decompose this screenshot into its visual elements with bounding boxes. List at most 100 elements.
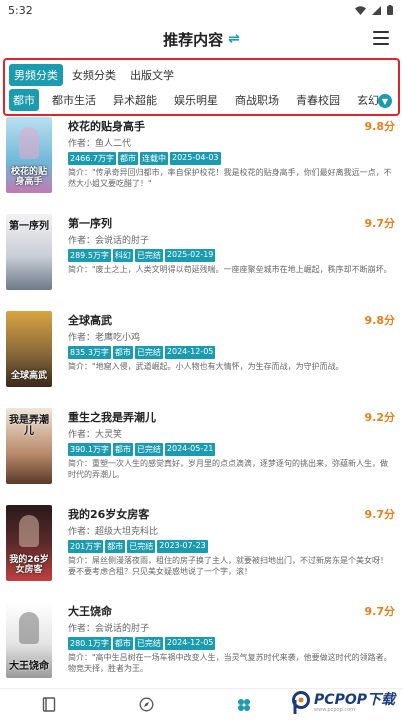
category-tab-supernatural[interactable]: 异术超能 [109, 89, 161, 111]
wifi-icon [355, 5, 366, 15]
book-info: 校花的贴身高手 9.8分 作者：鱼人二代 2466.7万字 都市 连载中 202… [52, 117, 395, 212]
book-score: 9.8分 [364, 120, 396, 133]
cover-title: 全球高武 [10, 370, 47, 381]
discover-nav-icon[interactable] [138, 697, 154, 713]
book-score: 9.2分 [364, 411, 396, 424]
group-tab-publishing[interactable]: 出版文学 [125, 64, 179, 86]
tag-row: 201万字 都市 已完结 2023-07-23 [68, 540, 395, 553]
book-author: 作者：大灵笑 [68, 430, 123, 440]
category-tab-urban[interactable]: 都市 [9, 89, 39, 111]
book-item[interactable]: 我是弄潮儿 重生之我是弄潮儿 9.2分 作者：大灵笑 390.1万字 都市 已完… [0, 407, 403, 503]
book-item[interactable]: 我的26岁女房客 我的26岁女房客 9.7分 作者：超级大坦克科比 201万字 … [0, 504, 403, 600]
genre-tag: 都市 [112, 443, 133, 456]
expand-categories-icon[interactable]: ▼ [378, 94, 392, 108]
word-count-tag: 289.5万字 [68, 249, 111, 262]
tag-row: 835.3万字 都市 已完结 2024-12-05 [68, 346, 395, 359]
genre-tag: 科幻 [112, 249, 133, 262]
word-count-tag: 2466.7万字 [68, 152, 116, 165]
book-intro: 简介："废土之上，人类文明得以苟延残喘。一座座聚垒城市在地上崛起，秩序却不断崩坏… [68, 265, 392, 274]
cover-figure [19, 515, 39, 547]
book-info: 第一序列 9.7分 作者：会说话的肘子 289.5万字 科幻 已完结 2025-… [52, 214, 395, 309]
battery-icon [387, 5, 393, 15]
tag-row: 289.5万字 科幻 已完结 2025-02-19 [68, 249, 395, 262]
category-tabs: 都市 都市生活 异术超能 娱乐明星 商战职场 青春校园 玄幻 [9, 89, 398, 111]
book-title[interactable]: 校花的贴身高手 [68, 118, 145, 134]
book-info: 重生之我是弄潮儿 9.2分 作者：大灵笑 390.1万字 都市 已完结 2024… [52, 408, 395, 503]
status-tag: 已完结 [134, 346, 163, 359]
category-tab-campus[interactable]: 青春校园 [292, 89, 344, 111]
date-tag: 2023-07-23 [157, 540, 208, 553]
menu-icon-bar [373, 43, 389, 45]
book-item[interactable]: 校花的贴身高手 校花的贴身高手 9.8分 作者：鱼人二代 2466.7万字 都市… [0, 116, 403, 212]
watermark-text: PCPOP下载 [314, 692, 395, 708]
book-author: 作者：会说话的肘子 [68, 624, 150, 634]
book-cover[interactable]: 大王饶命 [6, 602, 52, 678]
category-tab-entertainment[interactable]: 娱乐明星 [170, 89, 222, 111]
book-info: 我的26岁女房客 9.7分 作者：超级大坦克科比 201万字 都市 已完结 20… [52, 505, 395, 600]
date-tag: 2024-05-21 [164, 443, 216, 456]
pcpop-logo-icon [292, 691, 311, 714]
book-author: 作者：会说话的肘子 [68, 236, 150, 246]
bookshelf-nav-icon[interactable] [41, 697, 57, 713]
book-title[interactable]: 第一序列 [68, 215, 112, 231]
status-icons [355, 5, 393, 15]
book-intro: 简介：重塑一次人生的感觉真好，岁月里的点点滴滴，逐梦逐句的挑出来，弥蕴新人生，做… [68, 459, 388, 479]
book-intro: 简介："传承奇异回归都市，率自保护校花！我是校花的贴身高手，你们最好离我远一点，… [68, 168, 392, 188]
date-tag: 2024-12-05 [164, 346, 216, 359]
group-tab-male[interactable]: 男频分类 [9, 64, 63, 86]
book-cover[interactable]: 校花的贴身高手 [6, 117, 52, 193]
cover-title: 我的26岁女房客 [9, 555, 49, 575]
book-intro: 简介：屌丝侧漫落夜雨，租住的房子换了主人，就要被扫地出门，不过新房东是个美女呀！… [68, 556, 388, 576]
book-item[interactable]: 第一序列 第一序列 9.7分 作者：会说话的肘子 289.5万字 科幻 已完结 … [0, 213, 403, 309]
status-tag: 已完结 [134, 443, 163, 456]
status-tag: 已完结 [134, 249, 163, 262]
cover-title: 第一序列 [9, 221, 49, 232]
book-score: 9.7分 [364, 508, 396, 521]
cover-title: 校花的贴身高手 [10, 167, 47, 187]
status-bar: 5:32 [0, 0, 403, 20]
book-cover[interactable]: 我的26岁女房客 [6, 505, 52, 581]
page-title[interactable]: 推荐内容 ⇌ [163, 29, 240, 50]
swap-icon[interactable]: ⇌ [228, 31, 240, 47]
book-info: 大王饶命 9.7分 作者：会说话的肘子 280.1万字 都市 已完结 2024-… [52, 602, 395, 690]
book-score: 9.7分 [364, 605, 396, 618]
date-tag: 2024-12-05 [164, 637, 216, 650]
cover-title: 我是弄潮儿 [9, 415, 49, 437]
book-score: 9.7分 [364, 217, 396, 230]
category-tab-urban-life[interactable]: 都市生活 [48, 89, 100, 111]
genre-tag: 都市 [118, 152, 138, 165]
book-title[interactable]: 我的26岁女房客 [68, 506, 149, 522]
status-tag: 连载中 [140, 152, 168, 165]
category-filter-panel: 男频分类 女频分类 出版文学 都市 都市生活 异术超能 娱乐明星 商战职场 青春… [3, 58, 400, 116]
book-item[interactable]: 全球高武 全球高武 9.8分 作者：老鹰吃小鸡 835.3万字 都市 已完结 2… [0, 310, 403, 406]
signal-icon [372, 5, 381, 15]
word-count-tag: 390.1万字 [68, 443, 111, 456]
book-title[interactable]: 重生之我是弄潮儿 [68, 409, 156, 425]
recommend-nav-icon[interactable] [236, 697, 252, 713]
group-tab-female[interactable]: 女频分类 [67, 64, 121, 86]
app-header: 推荐内容 ⇌ [0, 20, 403, 58]
book-score: 9.8分 [364, 314, 396, 327]
book-title[interactable]: 大王饶命 [68, 603, 112, 619]
tag-row: 2466.7万字 都市 连载中 2025-04-03 [68, 152, 395, 165]
genre-tag: 都市 [112, 637, 133, 650]
status-time: 5:32 [8, 3, 33, 17]
status-tag: 已完结 [127, 540, 156, 553]
book-cover[interactable]: 我是弄潮儿 [6, 408, 52, 484]
menu-button[interactable] [373, 31, 389, 45]
menu-icon-bar [373, 31, 389, 33]
date-tag: 2025-02-19 [164, 249, 216, 262]
book-title[interactable]: 全球高武 [68, 312, 112, 328]
cover-title: 大王饶命 [9, 660, 49, 672]
date-tag: 2025-04-03 [170, 152, 221, 165]
book-item[interactable]: 大王饶命 大王饶命 9.7分 作者：会说话的肘子 280.1万字 都市 已完结 … [0, 601, 403, 690]
category-tab-business[interactable]: 商战职场 [231, 89, 283, 111]
book-cover[interactable]: 全球高武 [6, 311, 52, 387]
word-count-tag: 835.3万字 [68, 346, 111, 359]
book-author: 作者：超级大坦克科比 [68, 527, 159, 537]
book-author: 作者：老鹰吃小鸡 [68, 333, 141, 343]
status-tag: 已完结 [134, 637, 163, 650]
book-info: 全球高武 9.8分 作者：老鹰吃小鸡 835.3万字 都市 已完结 2024-1… [52, 311, 395, 406]
tag-row: 390.1万字 都市 已完结 2024-05-21 [68, 443, 395, 456]
book-cover[interactable]: 第一序列 [6, 214, 52, 290]
